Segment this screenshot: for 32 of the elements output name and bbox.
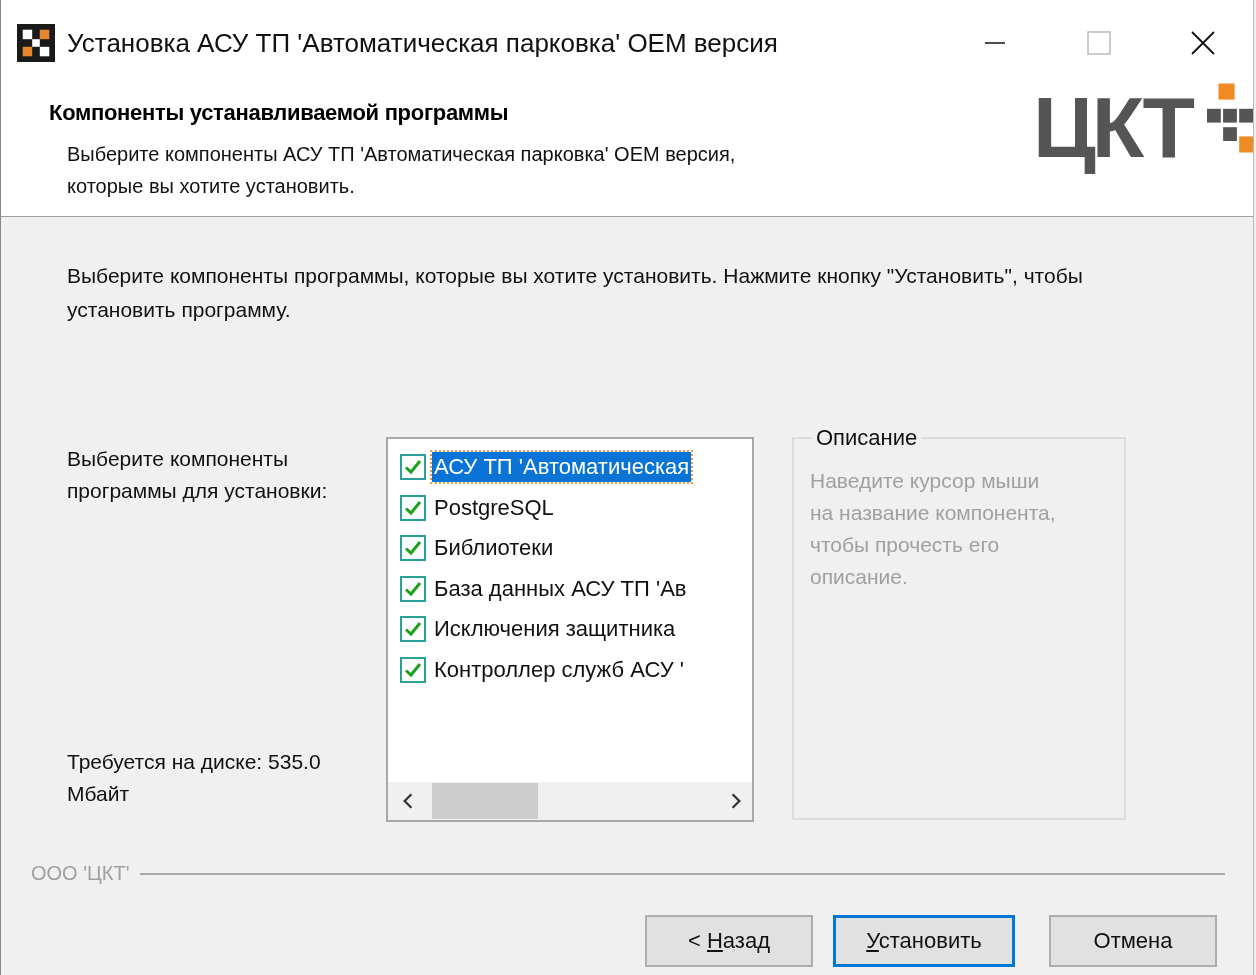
checkbox[interactable] xyxy=(400,616,426,643)
checkbox[interactable] xyxy=(400,494,426,521)
horizontal-scrollbar[interactable] xyxy=(388,782,752,820)
dialog-button[interactable]: Установить xyxy=(833,915,1015,967)
logo-text: ЦКТ xyxy=(1033,78,1193,177)
component-item[interactable]: Контроллер служб АСУ ' xyxy=(432,654,686,685)
component-item[interactable]: База данных АСУ ТП 'Ав xyxy=(432,573,689,604)
component-item[interactable]: АСУ ТП 'Автоматическая xyxy=(432,452,692,483)
component-item[interactable]: Исключения защитника xyxy=(432,614,678,645)
checkbox[interactable] xyxy=(400,656,426,683)
page-heading: Компоненты устанавливаемой программы xyxy=(49,100,510,126)
scroll-left-icon[interactable] xyxy=(402,792,414,810)
scroll-thumb[interactable] xyxy=(432,783,538,819)
dialog-button[interactable]: Отмена xyxy=(1049,915,1217,967)
instruction-text: Выберите компоненты программы, которые вы хотите установить. Нажмите кнопку "Установить", чтобы установить программу. xyxy=(67,263,1084,323)
close-icon[interactable] xyxy=(1191,31,1215,55)
checkbox[interactable] xyxy=(400,535,426,562)
page-subtitle: Выберите компоненты АСУ ТП 'Автоматическая парковка' OEM версия, которые вы хотите установить. xyxy=(67,142,737,199)
app-icon xyxy=(17,24,55,62)
window-title: Установка АСУ ТП 'Автоматическая парковка' OEM версия xyxy=(67,27,779,59)
checkbox[interactable] xyxy=(400,575,426,602)
checkbox[interactable] xyxy=(400,454,426,481)
component-item[interactable]: PostgreSQL xyxy=(432,492,556,523)
logo-squares-icon xyxy=(1207,82,1253,154)
branding-text: ООО 'ЦКТ' xyxy=(31,862,130,885)
disk-space-text: Требуется на диске: 535.0 Мбайт xyxy=(67,749,322,807)
component-item[interactable]: Библиотеки xyxy=(432,533,556,564)
dialog-button[interactable]: < Назад xyxy=(645,915,813,967)
description-text: Наведите курсор мыши на название компонента, чтобы прочесть его описание. xyxy=(810,468,1057,590)
components-label: Выберите компоненты программы для установки: xyxy=(67,446,329,504)
scroll-right-icon[interactable] xyxy=(730,792,742,810)
component-list[interactable]: АСУ ТП 'Автоматическая PostgreSQL Библиотеки База данных АСУ ТП 'Ав Исключения защитника Контроллер служб АСУ ' xyxy=(386,437,754,822)
